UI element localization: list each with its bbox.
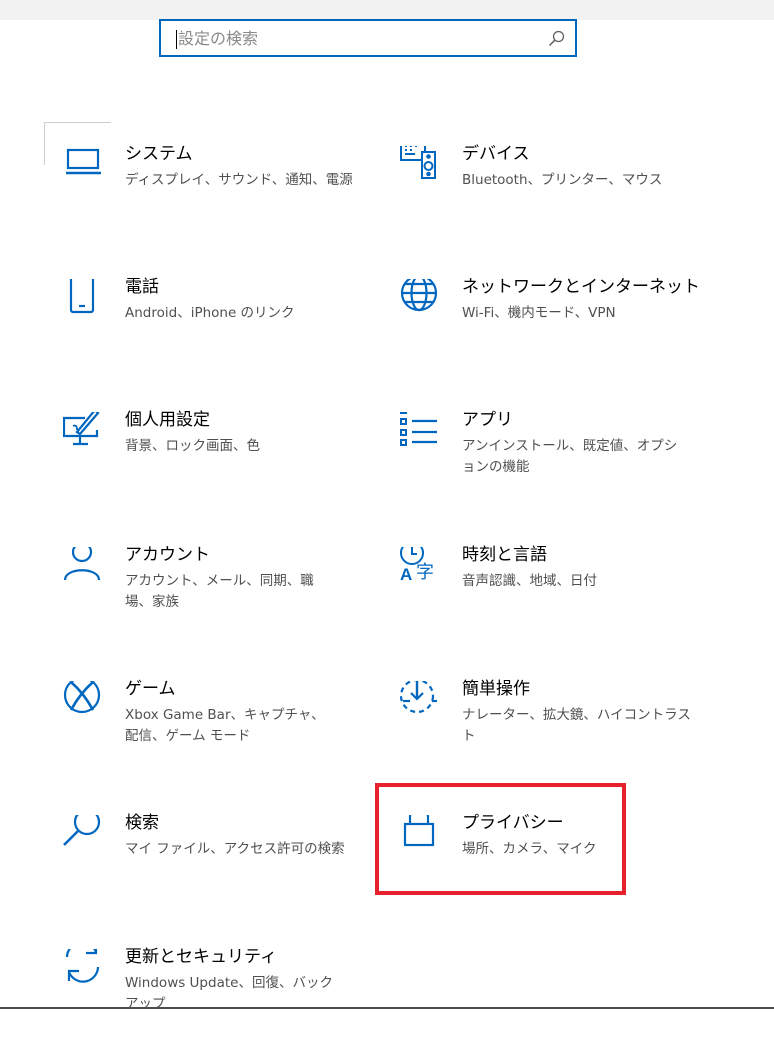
settings-tile-phone[interactable]: 電話 Android、iPhone のリンク [63,277,363,369]
settings-tile-update-security[interactable]: 更新とセキュリティ Windows Update、回復、バックアップ [63,947,363,1039]
settings-search-box[interactable] [159,19,577,57]
settings-tile-search[interactable]: 検索 マイ ファイル、アクセス許可の検索 [63,813,363,905]
sync-arrows-icon [63,949,105,991]
person-icon [63,547,105,589]
tile-title: デバイス [462,144,530,164]
tile-title: 簡単操作 [462,679,530,699]
tile-title: アカウント [125,545,210,565]
search-input[interactable] [178,21,538,55]
phone-icon [63,279,105,321]
tile-title: 時刻と言語 [462,545,547,565]
settings-tile-network[interactable]: ネットワークとインターネット Wi-Fi、機内モード、VPN [400,277,700,369]
xbox-icon [63,681,105,723]
privacy-highlight-frame [375,783,626,895]
tile-description: アンインストール、既定値、オプションの機能 [462,438,678,475]
tile-title: ゲーム [125,679,176,699]
tile-title: アプリ [462,410,513,430]
tile-title: ネットワークとインターネット [462,277,700,297]
settings-tile-accounts[interactable]: アカウント アカウント、メール、同期、職場、家族 [63,545,363,637]
settings-tile-gaming[interactable]: ゲーム Xbox Game Bar、キャプチャ、配信、ゲーム モード [63,679,363,771]
tile-description: Bluetooth、プリンター、マウス [462,172,663,188]
text-caret [176,30,177,49]
globe-icon [400,279,442,321]
tile-description: ナレーター、拡大鏡、ハイコントラスト [462,707,691,744]
search-icon[interactable] [548,30,565,47]
tile-description: Android、iPhone のリンク [125,305,295,321]
tile-title: 更新とセキュリティ [125,947,277,967]
tile-description: 音声認識、地域、日付 [462,573,597,589]
keyboard-speaker-icon [400,146,442,188]
ease-of-access-icon [400,681,442,723]
tile-description: 背景、ロック画面、色 [125,438,260,454]
tile-title: 個人用設定 [125,410,210,430]
laptop-icon [63,146,105,188]
tile-title: 検索 [125,813,159,833]
svg-text:A: A [400,565,412,584]
magnifier-icon [63,815,105,857]
tile-description: マイ ファイル、アクセス許可の検索 [125,841,345,857]
tile-description: ディスプレイ、サウンド、通知、電源 [125,172,353,188]
title-bar-strip [0,0,774,20]
settings-tile-system[interactable]: システム ディスプレイ、サウンド、通知、電源 [63,144,363,236]
tile-title: システム [125,144,193,164]
settings-tile-ease-of-access[interactable]: 簡単操作 ナレーター、拡大鏡、ハイコントラスト [400,679,700,771]
svg-text:字: 字 [416,562,434,583]
app-list-icon [400,412,442,454]
tile-description: アカウント、メール、同期、職場、家族 [125,573,314,610]
settings-tile-apps[interactable]: アプリ アンインストール、既定値、オプションの機能 [400,410,700,502]
tile-description: Wi-Fi、機内モード、VPN [462,305,616,321]
settings-tile-personalization[interactable]: 個人用設定 背景、ロック画面、色 [63,410,363,502]
clock-language-icon: A 字 [400,547,442,589]
settings-tile-time-language[interactable]: A 字 時刻と言語 音声認識、地域、日付 [400,545,700,637]
tile-description: Xbox Game Bar、キャプチャ、配信、ゲーム モード [125,707,325,744]
settings-tile-devices[interactable]: デバイス Bluetooth、プリンター、マウス [400,144,700,236]
monitor-pen-icon [63,412,105,454]
tile-title: 電話 [125,277,159,297]
